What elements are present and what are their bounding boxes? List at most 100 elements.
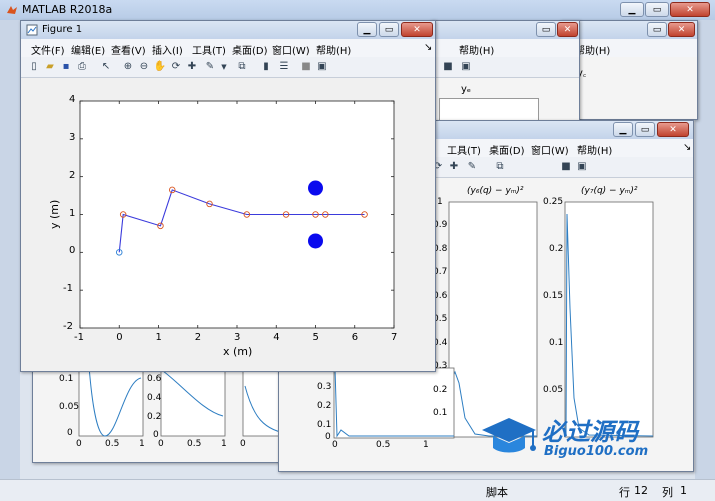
- maximize-button[interactable]: ▭: [635, 122, 655, 137]
- menu-edit[interactable]: 编辑(E): [71, 42, 105, 57]
- colorbar-icon[interactable]: ▮: [259, 60, 273, 74]
- close-button[interactable]: ✕: [670, 2, 710, 17]
- link-plot-icon[interactable]: ⧉: [493, 160, 507, 174]
- ytick: 0.1: [59, 374, 74, 384]
- y-axis-label: y (m): [48, 199, 61, 229]
- show-tools-icon[interactable]: ▣: [315, 60, 329, 74]
- minimize-button[interactable]: ▁: [620, 2, 644, 17]
- figure-window-top[interactable]: ▭ ✕ 帮助(H) ■ ▣ yₑ: [430, 20, 580, 130]
- trajectory-chart: [79, 100, 395, 329]
- ytick: 0: [67, 428, 73, 438]
- obstacle-marker: [308, 233, 323, 249]
- figure-title-bar: ▭ ✕: [431, 21, 579, 39]
- figure-title-bar: ▭ ✕: [561, 21, 697, 39]
- save-icon[interactable]: ▪: [59, 60, 73, 74]
- close-button[interactable]: ✕: [668, 22, 695, 37]
- figure-1-window[interactable]: Figure 1 ▁ ▭ ✕ 文件(F) 编辑(E) 查看(V) 插入(I) 工…: [20, 20, 436, 372]
- rotate-icon[interactable]: ⟳: [169, 60, 183, 74]
- maximize-button[interactable]: ▭: [536, 22, 556, 37]
- zoom-in-icon[interactable]: ⊕: [121, 60, 135, 74]
- x-axis-label: x (m): [223, 345, 253, 358]
- new-figure-icon[interactable]: ▯: [27, 60, 41, 74]
- maximize-button[interactable]: ▭: [379, 22, 399, 37]
- panel-icon[interactable]: ▣: [575, 160, 589, 174]
- close-button[interactable]: ✕: [657, 122, 689, 137]
- ytick: 0.05: [59, 402, 80, 412]
- brush-icon[interactable]: ✎: [465, 160, 479, 174]
- x-tick-label: 1: [155, 332, 162, 343]
- xtick: 0: [76, 439, 82, 449]
- menu-insert[interactable]: 插入(I): [152, 42, 183, 57]
- close-button[interactable]: ✕: [401, 22, 433, 37]
- xtick: 0.5: [187, 439, 202, 449]
- close-button[interactable]: ✕: [557, 22, 578, 37]
- figure-toolbar: ▯ ▰ ▪ ⎙ ↖ ⊕ ⊖ ✋ ⟳ ✚ ✎ ▼ ⧉ ▮ ☰ ■ ▣: [21, 57, 435, 78]
- print-icon[interactable]: ⎙: [75, 60, 89, 74]
- maximize-button[interactable]: ▭: [647, 22, 667, 37]
- figure-menubar: 帮助(H): [561, 39, 697, 57]
- menu-view[interactable]: 查看(V): [111, 42, 146, 57]
- dropdown-arrow-icon[interactable]: ▼: [217, 60, 231, 74]
- matlab-logo-icon: [7, 6, 17, 14]
- y-tick-label: -1: [63, 283, 73, 295]
- ytick: 0.2: [549, 244, 564, 254]
- x-tick-label: 0: [116, 332, 123, 343]
- graduation-cap-icon: [482, 418, 536, 453]
- panel-icon[interactable]: ▣: [459, 60, 473, 74]
- watermark-brand: 必过源码: [542, 418, 638, 446]
- link-plot-icon[interactable]: ⧉: [235, 60, 249, 74]
- xtick: 1: [139, 439, 145, 449]
- pointer-icon[interactable]: ↖: [99, 60, 113, 74]
- status-col-label: 列: [662, 486, 673, 499]
- left-panel: [0, 20, 20, 479]
- status-col-value: 1: [680, 484, 687, 497]
- menubar-arrow-icon[interactable]: ↘: [683, 142, 691, 153]
- ytick: 0.2: [433, 385, 448, 395]
- open-file-icon[interactable]: ▰: [43, 60, 57, 74]
- menu-tools[interactable]: 工具(T): [447, 142, 481, 157]
- ytick: 0.1: [433, 408, 448, 418]
- y-tick-label: 1: [69, 207, 76, 219]
- hide-tools-icon[interactable]: ■: [299, 60, 313, 74]
- menu-tools[interactable]: 工具(T): [192, 42, 226, 57]
- menu-window[interactable]: 窗口(W): [531, 142, 569, 157]
- ytick: 0.05: [543, 385, 564, 395]
- menu-help[interactable]: 帮助(H): [316, 42, 351, 57]
- menu-window[interactable]: 窗口(W): [272, 42, 310, 57]
- figure-window-right[interactable]: ▭ ✕ 帮助(H) y꜀: [560, 20, 698, 120]
- ytick: 0.6: [147, 374, 162, 384]
- brush-icon[interactable]: ✎: [203, 60, 217, 74]
- xtick: 0: [158, 439, 164, 449]
- pan-hand-icon[interactable]: ✋: [153, 60, 167, 74]
- menu-help[interactable]: 帮助(H): [459, 42, 494, 57]
- zoom-out-icon[interactable]: ⊖: [137, 60, 151, 74]
- figure-canvas: y꜀: [561, 57, 697, 119]
- subplot-title: (y₇(q) − yₘ)²: [581, 186, 638, 196]
- status-mode: 脚本: [486, 486, 508, 499]
- x-tick-label: 4: [273, 332, 280, 343]
- data-cursor-icon[interactable]: ✚: [447, 160, 461, 174]
- figure-title-bar: Figure 1 ▁ ▭ ✕: [21, 21, 435, 39]
- ytick: 0.1: [317, 420, 332, 430]
- minimize-button[interactable]: ▁: [613, 122, 633, 137]
- xtick: 0: [240, 439, 246, 449]
- ytick: 0.3: [317, 382, 332, 392]
- data-cursor-icon[interactable]: ✚: [185, 60, 199, 74]
- subplot-title: (y₆(q) − yₘ)²: [467, 186, 524, 196]
- menubar-arrow-icon[interactable]: ↘: [424, 42, 432, 53]
- maximize-button[interactable]: ▭: [645, 2, 669, 17]
- menu-file[interactable]: 文件(F): [31, 42, 65, 57]
- grey-square-icon[interactable]: ■: [559, 160, 573, 174]
- right-panel: [695, 20, 715, 479]
- ytick: 0.15: [543, 291, 564, 301]
- legend-icon[interactable]: ☰: [277, 60, 291, 74]
- status-row-label: 行: [619, 486, 630, 499]
- minimize-button[interactable]: ▁: [357, 22, 377, 37]
- menu-help[interactable]: 帮助(H): [577, 142, 612, 157]
- menu-desktop[interactable]: 桌面(D): [232, 42, 268, 57]
- ytick: 0.4: [147, 393, 162, 403]
- menu-desktop[interactable]: 桌面(D): [489, 142, 525, 157]
- grey-square-icon[interactable]: ■: [441, 60, 455, 74]
- menu-help[interactable]: 帮助(H): [575, 42, 610, 57]
- x-tick-label: 7: [391, 332, 398, 343]
